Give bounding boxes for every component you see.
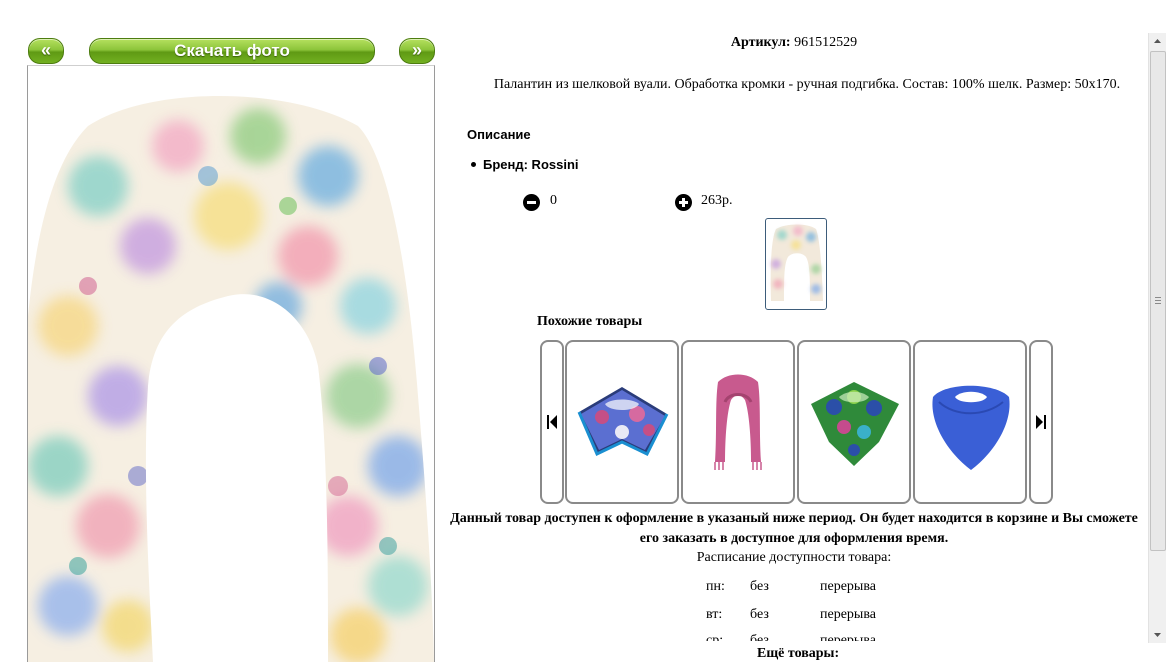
- caret-down-icon: [1154, 633, 1161, 637]
- schedule-day: пн:: [706, 579, 725, 594]
- schedule-to: перерыва: [820, 633, 876, 641]
- quantity-value: 0: [550, 193, 557, 208]
- skip-back-icon: [547, 415, 557, 429]
- scroll-thumb[interactable]: [1150, 51, 1166, 551]
- description-heading: Описание: [467, 127, 531, 142]
- caret-up-icon: [1154, 39, 1161, 43]
- schedule-from: без: [750, 607, 769, 622]
- schedule-to: перерыва: [820, 607, 876, 622]
- schedule-row-clipped: ср: без перерыва: [440, 630, 1148, 641]
- bullet-icon: [471, 162, 476, 168]
- next-photo-button[interactable]: »: [399, 38, 435, 64]
- carousel-prev-button[interactable]: [540, 340, 564, 504]
- similar-product-image: [811, 382, 899, 466]
- photo-panel: « Скачать фото »: [27, 38, 435, 662]
- previous-photo-button[interactable]: «: [28, 38, 64, 64]
- grip-line: [1155, 303, 1161, 304]
- skip-forward-icon: [1036, 415, 1046, 429]
- schedule-from: без: [750, 579, 769, 594]
- minus-circle-icon[interactable]: [523, 194, 540, 211]
- schedule-day: ср:: [706, 633, 724, 641]
- schedule-day: вт:: [706, 607, 723, 622]
- carousel-next-button[interactable]: [1029, 340, 1053, 504]
- scroll-down-button[interactable]: [1149, 626, 1166, 643]
- similar-product-card[interactable]: [565, 340, 679, 504]
- similar-product-card[interactable]: [797, 340, 911, 504]
- product-photo: [27, 65, 435, 662]
- scroll-up-button[interactable]: [1149, 33, 1166, 50]
- availability-notice: Данный товар доступен к оформление в ука…: [450, 511, 1138, 546]
- more-products-heading: Ещё товары:: [757, 646, 840, 661]
- plus-circle-icon[interactable]: [675, 194, 692, 211]
- sku-label: Артикул:: [730, 35, 791, 50]
- schedule-title: Расписание доступности товара:: [696, 550, 892, 565]
- brand-text: Бренд: Rossini: [483, 157, 579, 172]
- grip-line: [1155, 300, 1161, 301]
- similar-products-heading: Похожие товары: [537, 314, 643, 329]
- similar-product-image: [577, 387, 669, 457]
- grip-line: [1155, 297, 1161, 298]
- brand-item: Бренд: Rossini: [471, 157, 579, 172]
- similar-product-image: [714, 374, 762, 470]
- download-photo-button[interactable]: Скачать фото: [89, 38, 375, 64]
- vertical-scrollbar[interactable]: [1148, 33, 1166, 643]
- similar-product-card[interactable]: [681, 340, 795, 504]
- sku-line: Артикул: 961512529: [440, 35, 1148, 51]
- schedule-to: перерыва: [820, 579, 876, 594]
- schedule-from: без: [750, 633, 769, 641]
- sku-value: 961512529: [794, 35, 858, 50]
- product-details: Артикул: 961512529 Палантин из шелковой …: [440, 0, 1148, 661]
- price-value: 263р.: [701, 193, 733, 208]
- similar-product-card[interactable]: [913, 340, 1027, 504]
- product-description: Палантин из шелковой вуали. Обработка кр…: [493, 77, 1121, 92]
- product-thumbnail[interactable]: [765, 218, 827, 310]
- similar-product-image: [932, 385, 1010, 470]
